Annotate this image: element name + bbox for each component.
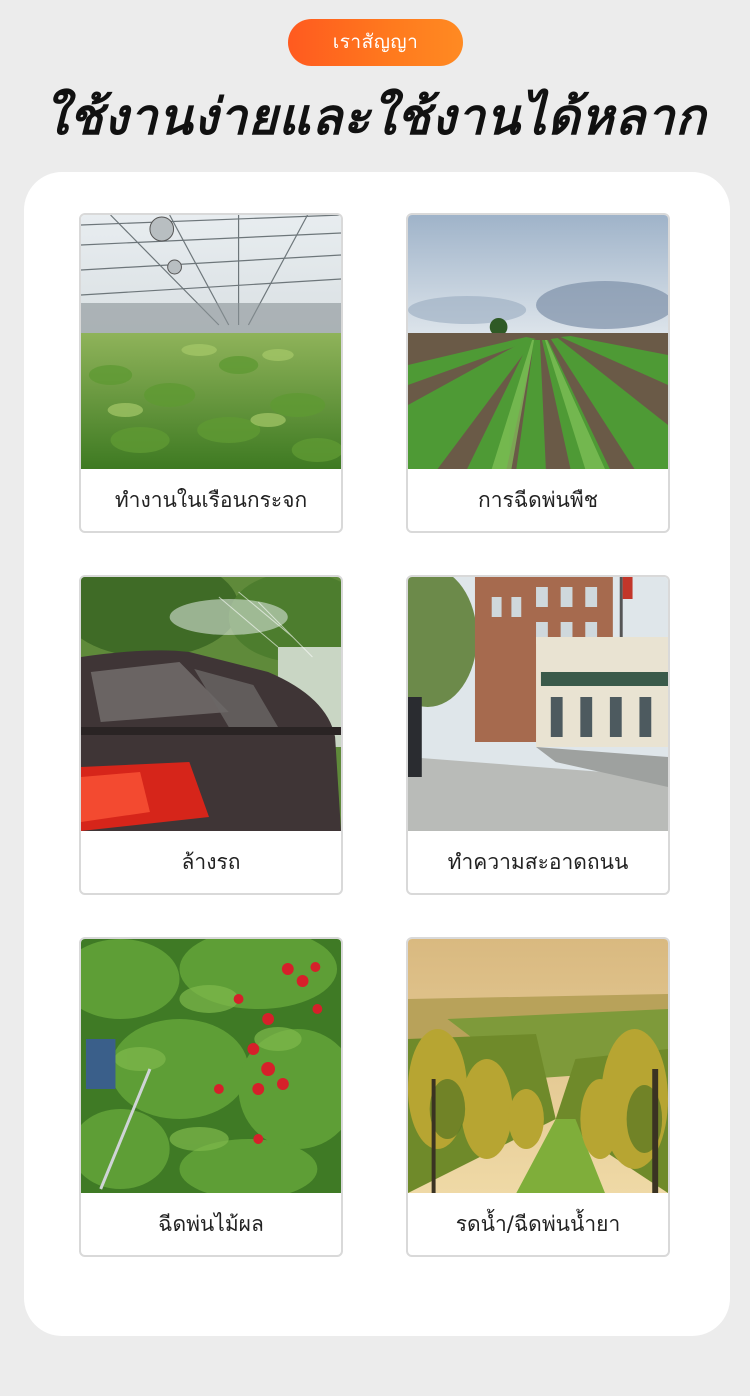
usage-caption-greenhouse: ทำงานในเรือนกระจก <box>114 488 308 512</box>
crop-field-image <box>408 215 668 469</box>
street-image <box>408 577 668 831</box>
usage-caption-street-cleaning: ทำความสะอาดถนน <box>447 850 629 874</box>
promise-badge: เราสัญญา <box>288 19 463 66</box>
vineyard-image <box>408 939 668 1193</box>
usage-card-vineyard: รดน้ำ/ฉีดพ่นน้ำยา <box>406 937 670 1257</box>
greenhouse-image <box>81 215 341 469</box>
fruit-tree-image <box>81 939 341 1193</box>
usage-caption-fruit-trees: ฉีดพ่นไม้ผล <box>158 1212 264 1236</box>
usage-card-car-wash: ล้างรถ <box>79 575 343 895</box>
page-title: ใช้งานง่ายและใช้งานได้หลากหลาย <box>43 88 707 216</box>
usage-caption-car-wash: ล้างรถ <box>181 850 241 874</box>
car-wash-image <box>81 577 341 831</box>
usage-card-greenhouse: ทำงานในเรือนกระจก <box>79 213 343 533</box>
usage-card-fruit-trees: ฉีดพ่นไม้ผล <box>79 937 343 1257</box>
usage-card-crop-spraying: การฉีดพ่นพืช <box>406 213 670 533</box>
usage-caption-vineyard: รดน้ำ/ฉีดพ่นน้ำยา <box>455 1212 621 1236</box>
usage-card-street-cleaning: ทำความสะอาดถนน <box>406 575 670 895</box>
usage-caption-crop-spraying: การฉีดพ่นพืช <box>477 488 599 512</box>
